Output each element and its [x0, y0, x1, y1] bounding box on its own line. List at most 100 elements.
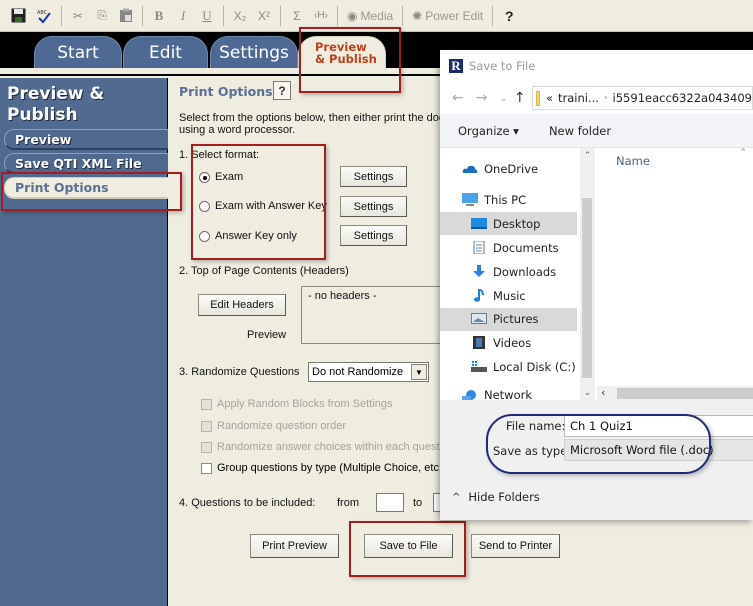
nav-item-videos[interactable]: Videos	[440, 331, 577, 354]
nav-item-pictures[interactable]: Pictures	[440, 307, 577, 330]
file-pane-hscrollbar[interactable]: ‹	[597, 386, 753, 401]
radio-button[interactable]	[199, 171, 210, 183]
print-preview-button[interactable]: Print Preview	[250, 534, 339, 558]
toolbar-separator	[142, 5, 143, 26]
organize-menu[interactable]: Organize ▾	[458, 124, 519, 138]
cut-icon[interactable]: ✂	[68, 5, 88, 27]
scrollbar-thumb[interactable]	[617, 388, 753, 399]
toolbar-separator	[402, 5, 404, 26]
copy-icon[interactable]: ⎘	[92, 5, 112, 27]
new-folder-button[interactable]: New folder	[549, 124, 611, 138]
toolbar-separator	[223, 5, 224, 26]
help-icon[interactable]: ?	[499, 5, 519, 27]
address-segment[interactable]: i5591eacc6322a043409	[613, 91, 752, 105]
sidebar-item-save-qti-xml[interactable]: Save QTI XML File	[4, 153, 168, 174]
checkbox[interactable]	[201, 441, 212, 453]
tab-edit[interactable]: Edit	[123, 36, 208, 68]
svg-text:ABC: ABC	[37, 10, 48, 16]
videos-icon	[473, 336, 485, 349]
tab-start[interactable]: Start	[34, 36, 122, 68]
up-arrow-icon[interactable]: ↑	[514, 90, 526, 106]
nav-item-label: Documents	[493, 240, 559, 255]
from-input[interactable]	[376, 493, 404, 512]
paste-icon[interactable]	[116, 5, 136, 27]
folder-icon	[535, 90, 540, 106]
spellcheck-icon[interactable]: ABC	[33, 5, 55, 27]
nav-item-documents[interactable]: Documents	[440, 236, 577, 259]
checkbox[interactable]	[201, 462, 212, 474]
nav-pane-scrollbar[interactable]: ⌃ ⌄	[580, 148, 595, 401]
edit-headers-button[interactable]: Edit Headers	[198, 294, 286, 316]
sidebar-title-line2: Publish	[7, 105, 78, 125]
underline-icon[interactable]: U	[197, 5, 217, 27]
exam-settings-button[interactable]: Settings	[340, 166, 407, 187]
radio-label: Answer Key only	[215, 230, 297, 242]
nav-item-this-pc[interactable]: This PC	[440, 188, 577, 211]
dialog-footer: File name: Ch 1 Quiz1 Save as type: Micr…	[440, 400, 753, 520]
nav-item-local-disk[interactable]: Local Disk (C:)	[440, 355, 577, 378]
radio-button[interactable]	[199, 230, 210, 242]
checkbox[interactable]	[201, 420, 212, 432]
scroll-left-icon[interactable]: ‹	[601, 386, 605, 399]
media-button[interactable]: ◉ Media	[344, 5, 396, 27]
save-icon[interactable]	[8, 5, 29, 27]
nav-item-label: Downloads	[493, 264, 557, 279]
checkbox-randomize-question-order[interactable]: Randomize question order	[201, 420, 346, 432]
answer-key-only-settings-button[interactable]: Settings	[340, 225, 407, 246]
scrollbar-thumb[interactable]	[582, 198, 592, 378]
dialog-nav-bar: ← → ⌄ ↑ « traini... › i5591eacc6322a0434…	[440, 82, 753, 114]
to-label: to	[413, 497, 423, 509]
dialog-title: Save to File	[469, 59, 536, 73]
tab-settings[interactable]: Settings	[210, 36, 298, 68]
nav-item-onedrive[interactable]: OneDrive	[440, 157, 577, 180]
column-header-name[interactable]: Name	[616, 154, 650, 168]
file-name-input[interactable]: Ch 1 Quiz1	[564, 415, 753, 437]
address-segment[interactable]: traini...	[558, 91, 599, 105]
radio-button[interactable]	[199, 200, 210, 212]
power-edit-button[interactable]: ✺ Power Edit	[409, 5, 486, 27]
forward-arrow-icon[interactable]: →	[476, 90, 488, 106]
nav-item-downloads[interactable]: Downloads	[440, 260, 577, 283]
checkbox[interactable]	[201, 398, 212, 410]
save-to-file-button[interactable]: Save to File	[364, 534, 453, 558]
back-arrow-icon[interactable]: ←	[452, 90, 464, 106]
section-questions-included-label: 4. Questions to be included:	[179, 497, 316, 509]
dialog-command-bar: Organize ▾ New folder	[440, 114, 753, 147]
sidebar-item-print-options[interactable]: Print Options	[4, 177, 168, 199]
address-bar[interactable]: « traini... › i5591eacc6322a043409	[531, 86, 753, 110]
checkbox-apply-random-blocks[interactable]: Apply Random Blocks from Settings	[201, 398, 392, 410]
radio-exam-with-answer-key[interactable]: Exam with Answer Key	[199, 200, 327, 212]
radio-exam[interactable]: Exam	[199, 171, 243, 183]
recent-locations-chevron-icon[interactable]: ⌄	[499, 93, 507, 104]
tab-preview-publish[interactable]: Preview & Publish	[298, 36, 386, 68]
sidebar-item-preview[interactable]: Preview	[4, 129, 168, 150]
bold-icon[interactable]: B	[149, 5, 169, 27]
scroll-up-icon[interactable]: ⌃	[580, 151, 595, 161]
sigma-icon[interactable]: Σ	[287, 5, 307, 27]
scroll-down-icon[interactable]: ⌄	[580, 388, 595, 398]
checkbox-label: Group questions by type (Multiple Choice…	[217, 462, 446, 474]
subscript-icon[interactable]: X₂	[230, 5, 250, 27]
sidebar-title-line1: Preview &	[7, 84, 105, 104]
save-as-type-select[interactable]: Microsoft Word file (.doc)	[564, 439, 753, 461]
address-overflow[interactable]: «	[546, 91, 553, 105]
radio-answer-key-only[interactable]: Answer Key only	[199, 230, 297, 242]
italic-icon[interactable]: I	[173, 5, 193, 27]
help-button[interactable]: ?	[273, 81, 291, 100]
nav-item-desktop[interactable]: Desktop	[440, 212, 577, 235]
description: Select from the options below, then eith…	[179, 112, 449, 136]
html-icon[interactable]: ‹H›	[311, 5, 331, 27]
music-icon	[474, 289, 484, 302]
nav-item-music[interactable]: Music	[440, 284, 577, 307]
exam-answer-key-settings-button[interactable]: Settings	[340, 196, 407, 217]
chevron-down-icon[interactable]: ▼	[411, 364, 427, 380]
randomize-select[interactable]: Do not Randomize ▼	[308, 362, 429, 382]
nav-item-label: OneDrive	[484, 161, 539, 176]
checkbox-randomize-answer-choices[interactable]: Randomize answer choices within each que…	[201, 441, 454, 453]
checkbox-group-by-type[interactable]: Group questions by type (Multiple Choice…	[201, 462, 446, 474]
superscript-icon[interactable]: X²	[254, 5, 274, 27]
hide-folders-button[interactable]: ^ Hide Folders	[452, 490, 540, 504]
send-to-printer-button[interactable]: Send to Printer	[471, 534, 560, 558]
onedrive-icon	[462, 165, 478, 173]
file-list-pane: ⌃ Name ‹	[597, 148, 753, 401]
